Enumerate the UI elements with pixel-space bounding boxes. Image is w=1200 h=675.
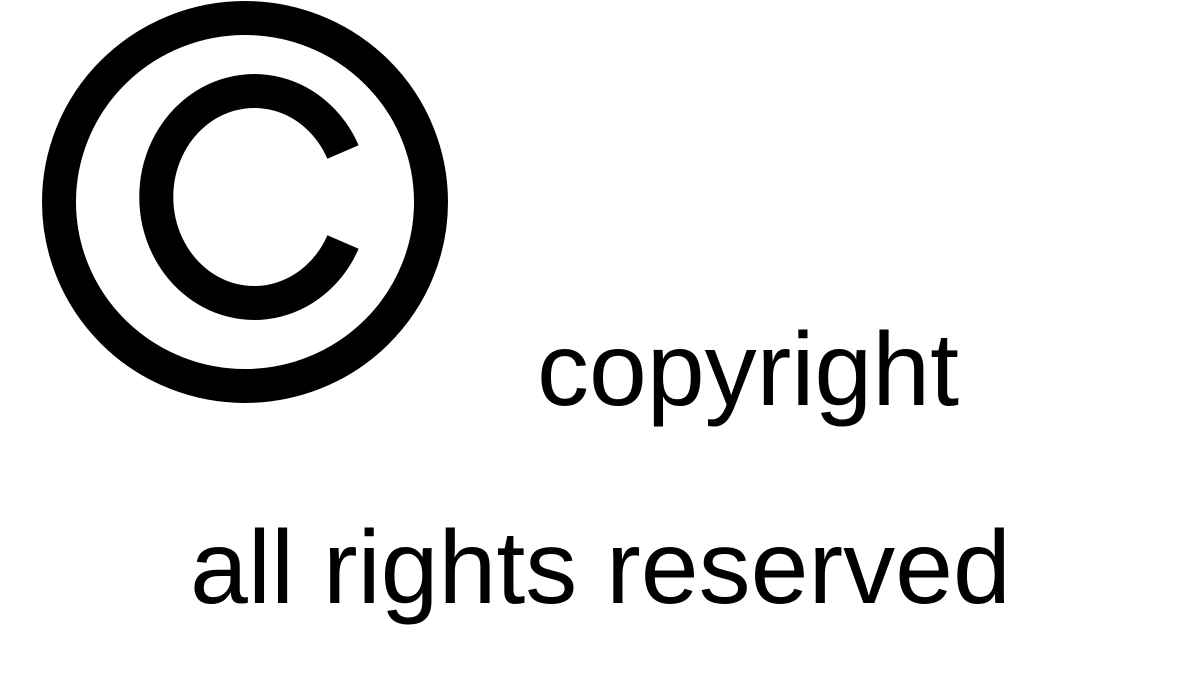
copyright-label: copyright: [537, 312, 959, 428]
canvas: copyright all rights reserved: [0, 0, 1200, 675]
rights-reserved-label: all rights reserved: [190, 510, 1011, 626]
copyright-icon: [42, 1, 448, 403]
